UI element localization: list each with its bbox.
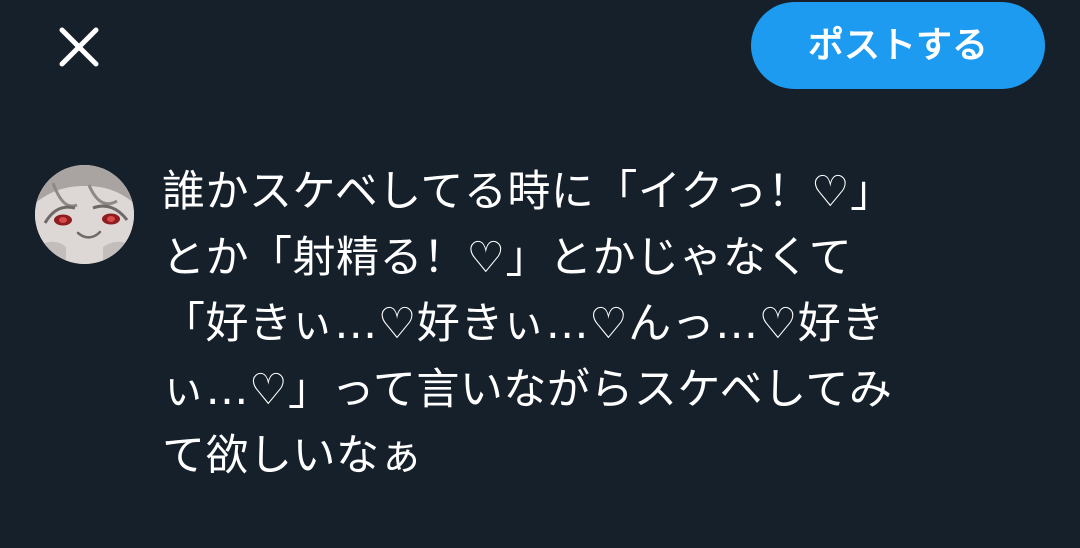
avatar[interactable] (35, 165, 134, 264)
post-button[interactable]: ポストする (751, 2, 1045, 89)
close-icon (59, 27, 99, 67)
user-avatar-image (35, 165, 134, 264)
post-text-line: ぃ…♡」って言いながらスケベしてみ (162, 365, 893, 415)
post-text-line: とか「射精る！♡」とかじゃなくて (162, 233, 853, 283)
close-button[interactable] (52, 20, 106, 74)
post-text-line: て欲しいなぁ (162, 431, 423, 481)
post-text-line: 誰かスケベしてる時に「イクっ！♡」 (162, 167, 894, 217)
post-text[interactable]: 誰かスケベしてる時に「イクっ！♡」 とか「射精る！♡」とかじゃなくて 「好きぃ…… (162, 159, 1032, 489)
post-text-line: 「好きぃ…♡好きぃ…♡んっ…♡好き (162, 299, 885, 349)
